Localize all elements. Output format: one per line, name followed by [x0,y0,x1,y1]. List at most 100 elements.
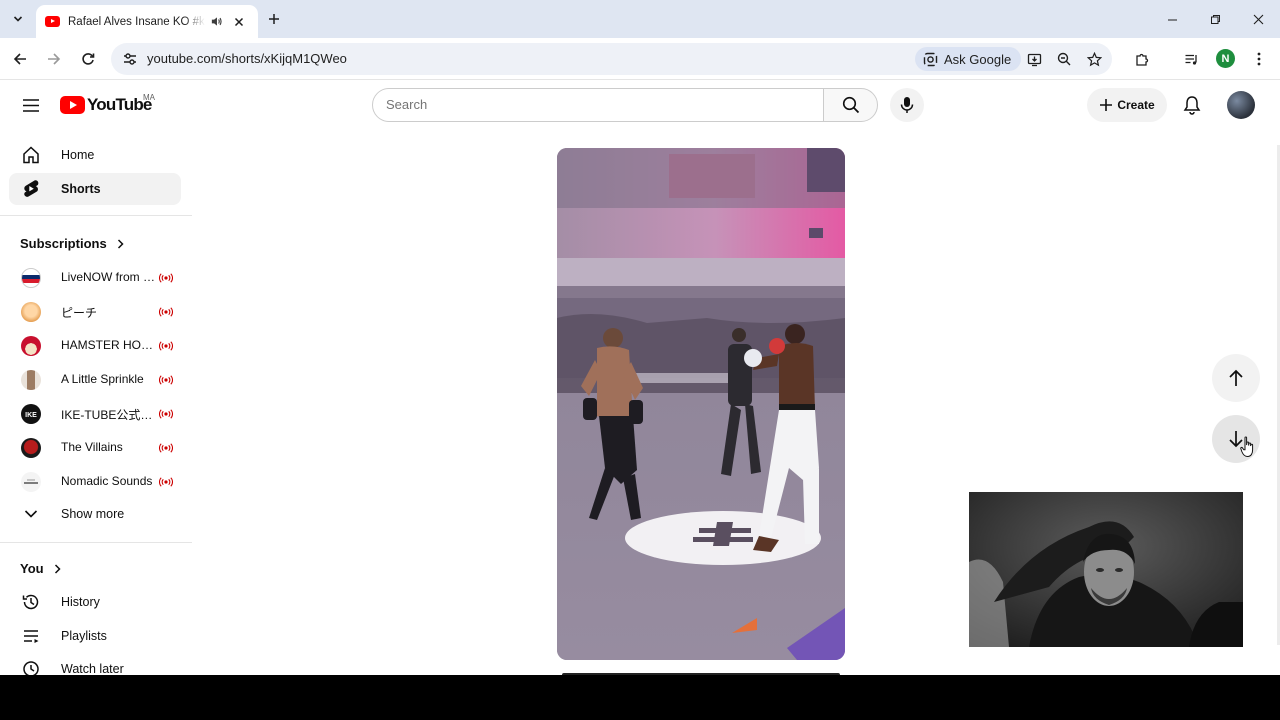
plus-icon [1100,99,1113,111]
subscription-item[interactable]: LiveNOW from FOX [9,262,181,294]
sidebar-item-shorts[interactable]: Shorts [9,173,181,205]
arrow-right-icon [48,53,61,65]
close-window-button[interactable] [1247,8,1269,30]
chevron-down-icon [13,16,23,22]
channel-name: IKE-TUBE公式CH [61,408,157,422]
subscription-item[interactable]: The Villains [9,432,181,464]
browser-window: Rafael Alves Insane KO #karate #mma #ufc [0,0,1280,675]
lens-icon [923,52,938,66]
channel-avatar [21,268,41,288]
search-box[interactable] [372,88,824,122]
you-heading[interactable]: You [20,561,61,576]
show-more-button[interactable]: Show more [9,498,181,530]
sidebar-item-home[interactable]: Home [9,139,181,171]
profile-button[interactable]: N [1216,49,1235,68]
home-icon [20,144,42,166]
sidebar-item-playlists[interactable]: Playlists [9,620,181,652]
previous-short-button[interactable] [1212,354,1260,402]
bell-icon [1183,96,1201,115]
microphone-icon [900,97,914,113]
media-controls-button[interactable] [1180,48,1202,70]
subscription-item[interactable]: Nomadic Sounds [9,466,181,498]
browser-toolbar: youtube.com/shorts/xKijqM1QWeo Ask Googl… [0,38,1280,80]
reload-button[interactable] [77,48,99,70]
tune-icon [124,53,136,65]
sidebar-item-history[interactable]: History [9,586,181,618]
install-app-button[interactable] [1023,48,1045,70]
more-vert-icon [1257,52,1261,66]
plus-icon [269,14,279,24]
hamburger-icon [23,98,39,112]
site-info-button[interactable] [119,48,141,70]
account-avatar[interactable] [1227,91,1255,119]
search-icon [842,96,859,114]
speaker-icon[interactable] [209,15,223,29]
sidebar-item-watch-later[interactable]: Watch later [9,653,181,675]
star-icon [1086,51,1102,66]
live-icon [159,305,173,319]
subscription-item[interactable]: ピーチ [9,296,181,328]
sidebar-divider [0,542,192,543]
new-tab-button[interactable] [264,9,284,29]
youtube-favicon-icon [45,16,60,27]
channel-name: Nomadic Sounds [61,474,153,488]
extensions-button[interactable] [1131,48,1153,70]
youtube-header: YouTube MA Create [0,80,1280,130]
subscription-item[interactable]: A Little Sprinkle [9,364,181,396]
queue-music-icon [1185,54,1197,65]
ask-google-label: Ask Google [944,51,1012,67]
close-icon[interactable] [231,14,247,30]
ask-google-button[interactable]: Ask Google [915,47,1022,71]
channel-name: HAMSTER HOUSE [61,338,157,352]
subscription-item[interactable]: IKE IKE-TUBE公式CH [9,398,181,430]
forward-button[interactable] [43,48,65,70]
url-text[interactable]: youtube.com/shorts/xKijqM1QWeo [147,51,347,66]
show-more-label: Show more [61,507,125,521]
watch-later-icon [20,658,42,675]
sidebar-item-label: Watch later [61,662,124,675]
arrow-up-icon [1229,369,1243,386]
guide-menu-button[interactable] [20,94,42,116]
subscriptions-heading[interactable]: Subscriptions [20,236,124,251]
restore-icon [1210,14,1220,24]
sidebar-item-label: Shorts [61,182,101,196]
subscription-item[interactable]: HAMSTER HOUSE [9,330,181,362]
zoom-button[interactable] [1053,48,1075,70]
notifications-button[interactable] [1180,93,1204,117]
search-input[interactable] [386,97,806,112]
reload-icon [82,53,95,65]
channel-avatar [21,336,41,356]
minimize-button[interactable] [1161,8,1183,30]
youtube-logo[interactable]: YouTube [60,95,152,115]
live-icon [159,373,173,387]
back-button[interactable] [9,48,31,70]
channel-avatar [21,438,41,458]
tab-search-button[interactable] [7,8,29,30]
voice-search-button[interactable] [890,88,924,122]
webcam-overlay [969,492,1243,647]
browser-menu-button[interactable] [1248,48,1270,70]
sidebar-divider [0,215,192,216]
address-bar[interactable]: youtube.com/shorts/xKijqM1QWeo Ask Googl… [111,43,1112,75]
video-frame [557,148,845,660]
puzzle-icon [1135,53,1148,66]
search-button[interactable] [823,88,878,122]
restore-button[interactable] [1204,8,1226,30]
bookmark-button[interactable] [1083,48,1105,70]
shorts-video-player[interactable] [557,148,845,660]
live-icon [159,339,173,353]
create-button[interactable]: Create [1087,88,1167,122]
logo-text: YouTube [87,95,152,114]
subscriptions-title: Subscriptions [20,236,107,251]
channel-avatar [21,472,41,492]
chevron-right-icon [117,238,124,249]
webcam-feed [969,492,1243,647]
tab-strip: Rafael Alves Insane KO #karate #mma #ufc [0,0,1280,38]
sidebar-item-label: History [61,595,100,609]
browser-tab-active[interactable]: Rafael Alves Insane KO #karate #mma #ufc [36,5,258,38]
channel-avatar [21,370,41,390]
chevron-right-icon [54,563,61,574]
arrow-left-icon [13,53,26,65]
channel-name: LiveNOW from FOX [61,270,157,284]
close-icon [1253,14,1263,24]
